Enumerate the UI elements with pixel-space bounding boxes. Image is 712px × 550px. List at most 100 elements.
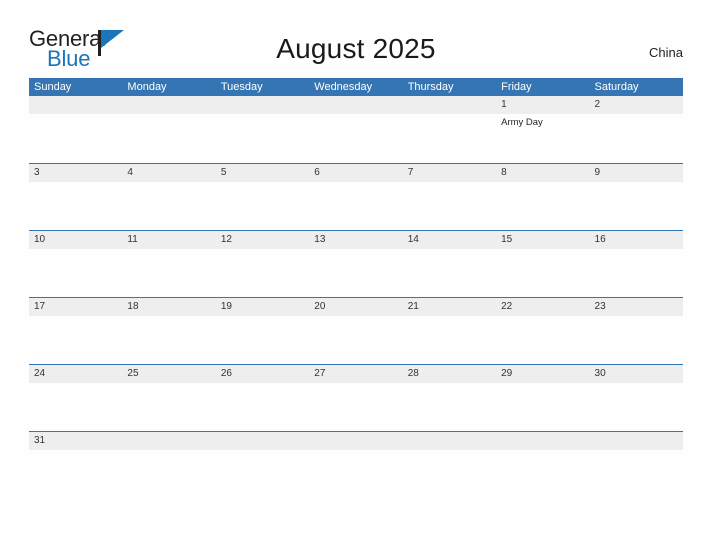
weekday-header-saturday: Saturday [594,81,639,93]
week-date-band: 10 11 12 13 14 15 16 [29,231,683,249]
date-number[interactable]: 9 [590,164,683,182]
day-cell[interactable] [122,182,215,230]
day-cell[interactable] [29,316,122,364]
day-cell[interactable] [29,249,122,297]
date-number[interactable]: 14 [403,231,496,249]
day-cell[interactable] [403,316,496,364]
date-number[interactable]: 15 [496,231,589,249]
week-date-band: 3 4 5 6 7 8 9 [29,164,683,182]
date-number[interactable]: 13 [309,231,402,249]
day-cell[interactable] [309,383,402,431]
day-cell[interactable] [122,249,215,297]
day-cell[interactable] [590,316,683,364]
week-row: 10 11 12 13 14 15 16 [29,230,683,297]
date-number[interactable] [309,432,402,450]
day-cell[interactable] [216,316,309,364]
day-cell[interactable] [122,316,215,364]
date-number[interactable]: 20 [309,298,402,316]
date-number[interactable]: 2 [590,96,683,114]
event-label: Army Day [501,117,543,128]
day-cell[interactable] [29,114,122,162]
day-cell[interactable] [590,249,683,297]
date-number[interactable]: 18 [122,298,215,316]
day-cell[interactable] [403,182,496,230]
day-cell[interactable] [496,182,589,230]
date-number[interactable]: 1 [496,96,589,114]
day-cell[interactable] [216,114,309,162]
day-cell[interactable] [496,249,589,297]
day-cell[interactable] [309,114,402,162]
date-number[interactable]: 24 [29,365,122,383]
date-number[interactable]: 10 [29,231,122,249]
date-number[interactable]: 29 [496,365,589,383]
day-cell[interactable]: Army Day [496,114,589,162]
date-number[interactable]: 4 [122,164,215,182]
week-content-row [29,249,683,297]
day-cell[interactable] [403,383,496,431]
day-cell[interactable] [216,182,309,230]
day-cell[interactable] [216,383,309,431]
weekday-header-row: Sunday Monday Tuesday Wednesday Thursday… [29,78,683,96]
date-number[interactable] [29,96,122,114]
day-cell[interactable] [590,383,683,431]
day-cell[interactable] [403,249,496,297]
date-number[interactable] [590,432,683,450]
day-cell[interactable] [590,182,683,230]
date-number[interactable]: 23 [590,298,683,316]
day-cell[interactable] [29,383,122,431]
date-number[interactable]: 12 [216,231,309,249]
day-cell[interactable] [496,316,589,364]
date-number[interactable]: 25 [122,365,215,383]
weekday-header-tuesday: Tuesday [220,81,263,93]
week-date-band: 24 25 26 27 28 29 30 [29,365,683,383]
week-row: 3 4 5 6 7 8 9 [29,163,683,230]
date-number[interactable] [403,96,496,114]
day-cell[interactable] [309,249,402,297]
day-cell[interactable] [29,182,122,230]
date-number[interactable]: 3 [29,164,122,182]
date-number[interactable]: 22 [496,298,589,316]
date-number[interactable] [496,432,589,450]
weekday-header-sunday: Sunday [34,81,72,93]
day-cell[interactable] [403,114,496,162]
week-date-band: 1 2 [29,96,683,114]
date-number[interactable] [403,432,496,450]
date-number[interactable]: 11 [122,231,215,249]
weekday-header-friday: Friday [501,81,532,93]
date-number[interactable]: 16 [590,231,683,249]
week-row: 24 25 26 27 28 29 30 [29,364,683,431]
date-number[interactable]: 5 [216,164,309,182]
week-content-row [29,182,683,230]
date-number[interactable]: 6 [309,164,402,182]
date-number[interactable]: 31 [29,432,122,450]
date-number[interactable] [216,96,309,114]
day-cell[interactable] [496,383,589,431]
day-cell[interactable] [216,249,309,297]
date-number[interactable] [216,432,309,450]
date-number[interactable]: 19 [216,298,309,316]
weekday-header-thursday: Thursday [407,81,454,93]
week-date-band: 17 18 19 20 21 22 23 [29,298,683,316]
day-cell[interactable] [309,316,402,364]
date-number[interactable]: 28 [403,365,496,383]
date-number[interactable]: 7 [403,164,496,182]
date-number[interactable] [309,96,402,114]
day-cell[interactable] [590,114,683,162]
day-cell[interactable] [122,114,215,162]
week-content-row [29,383,683,431]
date-number[interactable]: 17 [29,298,122,316]
date-number[interactable] [122,96,215,114]
date-number[interactable]: 8 [496,164,589,182]
date-number[interactable] [122,432,215,450]
week-content-row [29,316,683,364]
day-cell[interactable] [309,182,402,230]
weekday-header-wednesday: Wednesday [314,81,373,93]
date-number[interactable]: 26 [216,365,309,383]
weekday-header-monday: Monday [127,81,167,93]
date-number[interactable]: 30 [590,365,683,383]
date-number[interactable]: 27 [309,365,402,383]
page-header: General Blue August 2025 China [0,0,712,78]
date-number[interactable]: 21 [403,298,496,316]
day-cell[interactable] [122,383,215,431]
region-label: China [649,45,683,60]
